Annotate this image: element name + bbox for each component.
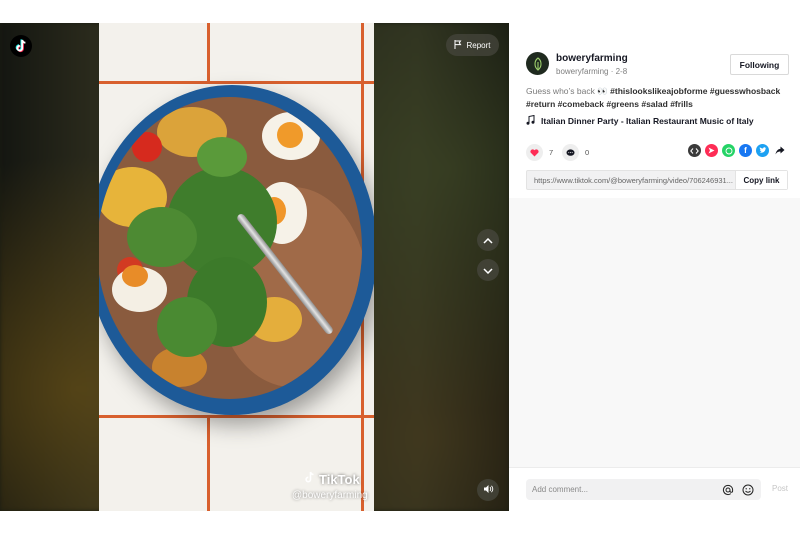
mention-icon[interactable] [721, 483, 735, 497]
facebook-icon[interactable]: f [739, 144, 752, 157]
chevron-up-icon [483, 231, 493, 249]
share-icons: f [688, 144, 786, 157]
next-video-button[interactable] [477, 259, 499, 281]
music-note-icon [526, 114, 535, 127]
tiktok-note-icon [304, 471, 316, 487]
tiktok-logo-icon[interactable] [10, 35, 32, 57]
comment-icon[interactable] [562, 144, 579, 161]
comment-input[interactable] [526, 485, 721, 494]
leafy-greens [157, 297, 217, 357]
tile-grout [207, 415, 210, 511]
hashtag[interactable]: #greens [606, 99, 639, 109]
share-arrow-icon[interactable] [773, 144, 786, 157]
flag-icon [454, 39, 462, 51]
cherry-tomato [132, 132, 162, 162]
video-frame[interactable] [99, 23, 374, 511]
comment-bar [526, 479, 761, 500]
speaker-icon [483, 481, 494, 499]
chevron-down-icon [483, 261, 493, 279]
watermark-brand: TikTok [319, 471, 360, 487]
heart-icon[interactable] [526, 144, 543, 161]
music-title: Italian Dinner Party - Italian Restauran… [541, 116, 754, 126]
salad [99, 97, 362, 399]
leafy-greens [197, 137, 247, 177]
report-button[interactable]: Report [446, 34, 499, 56]
hashtag[interactable]: #guesswhosback [710, 86, 780, 96]
comments-list[interactable] [509, 198, 800, 468]
salad-bowl [99, 85, 374, 415]
comment-stat[interactable]: 0 [562, 144, 589, 161]
send-to-friends-icon[interactable] [705, 144, 718, 157]
emoji-icon[interactable] [741, 483, 755, 497]
video-url[interactable]: https://www.tiktok.com/@boweryfarming/vi… [527, 176, 735, 185]
music-link[interactable]: Italian Dinner Party - Italian Restauran… [526, 114, 754, 127]
egg-yolk [277, 122, 303, 148]
post-button[interactable]: Post [772, 484, 788, 493]
hashtag[interactable]: #return [526, 99, 555, 109]
like-count: 7 [549, 148, 554, 157]
caption-text: Guess who’s back 👀 [526, 86, 608, 96]
hashtag[interactable]: #thislookslikeajobforme [610, 86, 707, 96]
embed-icon[interactable] [688, 144, 701, 157]
hashtag[interactable]: #frills [670, 99, 693, 109]
hashtag[interactable]: #comeback [558, 99, 604, 109]
video-link-box: https://www.tiktok.com/@boweryfarming/vi… [526, 170, 788, 190]
author-subline: boweryfarming · 2-8 [556, 67, 628, 76]
twitter-icon[interactable] [756, 144, 769, 157]
leaf-logo-icon [533, 56, 542, 71]
tile-grout [99, 81, 374, 84]
hashtag[interactable]: #salad [641, 99, 667, 109]
comment-count: 0 [585, 148, 590, 157]
author-username[interactable]: boweryfarming [556, 53, 628, 64]
tiktok-watermark: TikTok @boweryfarming [292, 471, 368, 502]
tiktok-video-page: Report TikTok @boweryfarming boweryfarmi… [0, 0, 800, 534]
divider [509, 467, 800, 468]
watermark-handle: @boweryfarming [292, 490, 368, 501]
video-caption: Guess who’s back 👀 #thislookslikeajobfor… [526, 85, 788, 111]
leafy-greens [127, 207, 197, 267]
following-button[interactable]: Following [730, 54, 789, 75]
details-panel: boweryfarming boweryfarming · 2-8 Follow… [509, 23, 800, 511]
report-label: Report [466, 40, 491, 50]
egg-yolk [122, 265, 148, 287]
previous-video-button[interactable] [477, 229, 499, 251]
whatsapp-icon[interactable] [722, 144, 735, 157]
avatar[interactable] [526, 52, 549, 75]
copy-link-button[interactable]: Copy link [735, 171, 787, 189]
mute-button[interactable] [477, 479, 499, 501]
video-player[interactable]: Report TikTok @boweryfarming [0, 23, 509, 511]
tile-grout [207, 23, 210, 83]
tile-grout [99, 415, 374, 418]
like-stat[interactable]: 7 [526, 144, 553, 161]
